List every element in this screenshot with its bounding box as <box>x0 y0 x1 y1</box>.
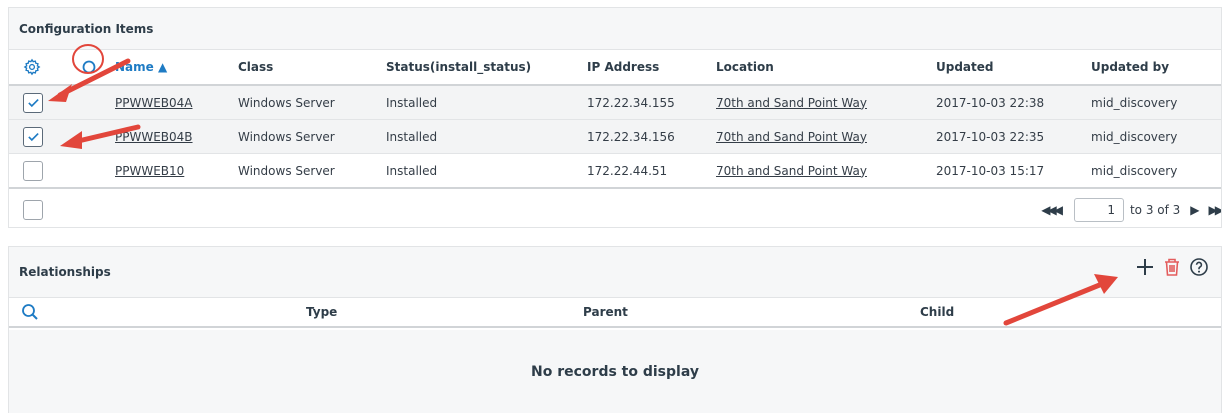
help-icon[interactable] <box>1189 257 1209 281</box>
ci-updated: 2017-10-03 22:38 <box>936 95 1045 110</box>
column-header-updated-by[interactable]: Updated by <box>1091 50 1169 84</box>
select-all-checkbox[interactable] <box>23 200 43 220</box>
column-header-class[interactable]: Class <box>238 50 273 84</box>
column-header-name[interactable]: Name ▲ <box>115 50 167 84</box>
table-row: PPWWEB10 Windows Server Installed 172.22… <box>9 154 1221 189</box>
ci-updated-by: mid_discovery <box>1091 95 1178 110</box>
relationships-table-header: Type Parent Child <box>9 298 1221 328</box>
table-row: PPWWEB04A Windows Server Installed 172.2… <box>9 86 1221 120</box>
search-icon[interactable] <box>21 298 39 326</box>
search-icon[interactable] <box>81 50 97 84</box>
pager: ◀◀◀ 1 to 3 of 3 ▶ ▶▶ <box>1041 197 1221 223</box>
last-page-button[interactable]: ▶▶ <box>1209 203 1221 217</box>
ci-location-link[interactable]: 70th and Sand Point Way <box>716 154 867 187</box>
page-number-input[interactable]: 1 <box>1073 198 1124 222</box>
column-header-location[interactable]: Location <box>716 50 774 84</box>
ci-location-link[interactable]: 70th and Sand Point Way <box>716 120 867 153</box>
next-page-button[interactable]: ▶ <box>1190 203 1199 217</box>
column-header-child[interactable]: Child <box>920 298 954 326</box>
row-checkbox[interactable] <box>23 160 43 181</box>
table-row: PPWWEB04B Windows Server Installed 172.2… <box>9 120 1221 154</box>
row-checkbox[interactable] <box>23 126 43 147</box>
column-header-status[interactable]: Status(install_status) <box>386 50 531 84</box>
ci-class: Windows Server <box>238 95 335 110</box>
ci-updated: 2017-10-03 15:17 <box>936 163 1045 178</box>
ci-ip: 172.22.44.51 <box>587 163 668 178</box>
gear-icon[interactable] <box>23 50 41 84</box>
page-range-text: to 3 of 3 <box>1129 203 1181 217</box>
ci-status: Installed <box>386 129 438 144</box>
ci-table-header: Name ▲ Class Status(install_status) IP A… <box>9 50 1221 86</box>
ci-status: Installed <box>386 163 438 178</box>
ci-name-link[interactable]: PPWWEB10 <box>115 154 184 187</box>
plus-icon[interactable] <box>1135 257 1155 281</box>
column-header-parent[interactable]: Parent <box>583 298 628 326</box>
ci-table-footer: ◀◀◀ 1 to 3 of 3 ▶ ▶▶ <box>9 191 1221 227</box>
relationships-panel-title: Relationships <box>9 247 1221 298</box>
ci-class: Windows Server <box>238 129 335 144</box>
empty-state-message: No records to display <box>9 330 1221 413</box>
ci-name-link[interactable]: PPWWEB04A <box>115 86 193 119</box>
ci-updated-by: mid_discovery <box>1091 163 1178 178</box>
ci-name-link[interactable]: PPWWEB04B <box>115 120 193 153</box>
ci-location-link[interactable]: 70th and Sand Point Way <box>716 86 867 119</box>
column-header-updated[interactable]: Updated <box>936 50 994 84</box>
column-header-ip-address[interactable]: IP Address <box>587 50 659 84</box>
configuration-items-panel: Configuration Items Name ▲ Class Status(… <box>8 7 1222 228</box>
column-header-type[interactable]: Type <box>306 298 337 326</box>
ci-panel-title: Configuration Items <box>9 8 1221 50</box>
ci-class: Windows Server <box>238 163 335 178</box>
relationship-toolbar <box>1135 257 1209 281</box>
ci-status: Installed <box>386 95 438 110</box>
ci-updated: 2017-10-03 22:35 <box>936 129 1045 144</box>
ci-updated-by: mid_discovery <box>1091 129 1178 144</box>
ci-ip: 172.22.34.155 <box>587 95 675 110</box>
first-page-button[interactable]: ◀◀◀ <box>1041 203 1063 217</box>
trash-icon[interactable] <box>1163 257 1181 281</box>
row-checkbox[interactable] <box>23 92 43 113</box>
relationships-panel: Relationships Type Parent Child No recor… <box>8 246 1222 413</box>
ci-ip: 172.22.34.156 <box>587 129 675 144</box>
